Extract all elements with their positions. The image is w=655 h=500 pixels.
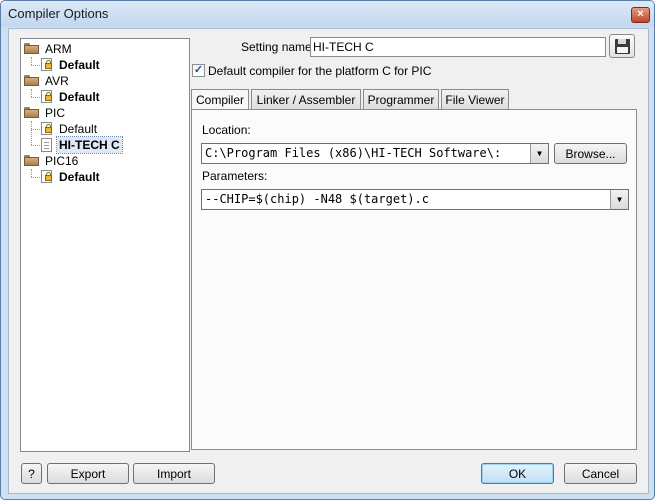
save-setting-button[interactable]: [609, 34, 635, 58]
folder-icon: [24, 107, 39, 118]
tab-linker-assembler[interactable]: Linker / Assembler: [251, 89, 361, 109]
dialog-body: ARM Default AVR Default PIC Default HI-T…: [8, 28, 649, 494]
ok-button[interactable]: OK: [481, 463, 554, 484]
parameters-combo[interactable]: --CHIP=$(chip) -N48 $(target).c ▼: [201, 189, 629, 210]
export-button[interactable]: Export: [47, 463, 129, 484]
location-label: Location:: [202, 123, 251, 137]
locked-document-icon: [41, 90, 53, 104]
compiler-options-window: Compiler Options × ARM Default AVR Defau…: [0, 0, 655, 500]
parameters-label: Parameters:: [202, 169, 268, 183]
folder-icon: [24, 75, 39, 86]
compiler-tab-page: Location: C:\Program Files (x86)\HI-TECH…: [191, 109, 637, 450]
locked-document-icon: [41, 58, 53, 72]
locked-document-icon: [41, 170, 53, 184]
location-combo[interactable]: C:\Program Files (x86)\HI-TECH Software\…: [201, 143, 549, 164]
setting-name-input[interactable]: HI-TECH C: [310, 37, 606, 57]
cancel-button[interactable]: Cancel: [564, 463, 637, 484]
tab-programmer[interactable]: Programmer: [363, 89, 439, 109]
help-button[interactable]: ?: [21, 463, 42, 484]
compiler-tree[interactable]: ARM Default AVR Default PIC Default HI-T…: [20, 38, 190, 452]
setting-name-label: Setting name:: [241, 40, 316, 54]
window-title: Compiler Options: [8, 6, 109, 21]
chevron-down-icon[interactable]: ▼: [530, 144, 548, 163]
import-button[interactable]: Import: [133, 463, 215, 484]
title-bar[interactable]: Compiler Options ×: [1, 1, 654, 27]
document-icon: [41, 138, 52, 152]
folder-icon: [24, 155, 39, 166]
default-compiler-label: Default compiler for the platform C for …: [208, 64, 432, 78]
tab-compiler[interactable]: Compiler: [191, 89, 249, 111]
default-compiler-checkbox[interactable]: ✓: [192, 64, 205, 77]
browse-button[interactable]: Browse...: [554, 143, 627, 164]
folder-icon: [24, 43, 39, 54]
floppy-disk-icon: [615, 39, 630, 54]
close-button[interactable]: ×: [631, 7, 650, 23]
tab-file-viewer[interactable]: File Viewer: [441, 89, 509, 109]
locked-document-icon: [41, 122, 53, 136]
close-icon: ×: [637, 8, 644, 20]
chevron-down-icon[interactable]: ▼: [610, 190, 628, 209]
